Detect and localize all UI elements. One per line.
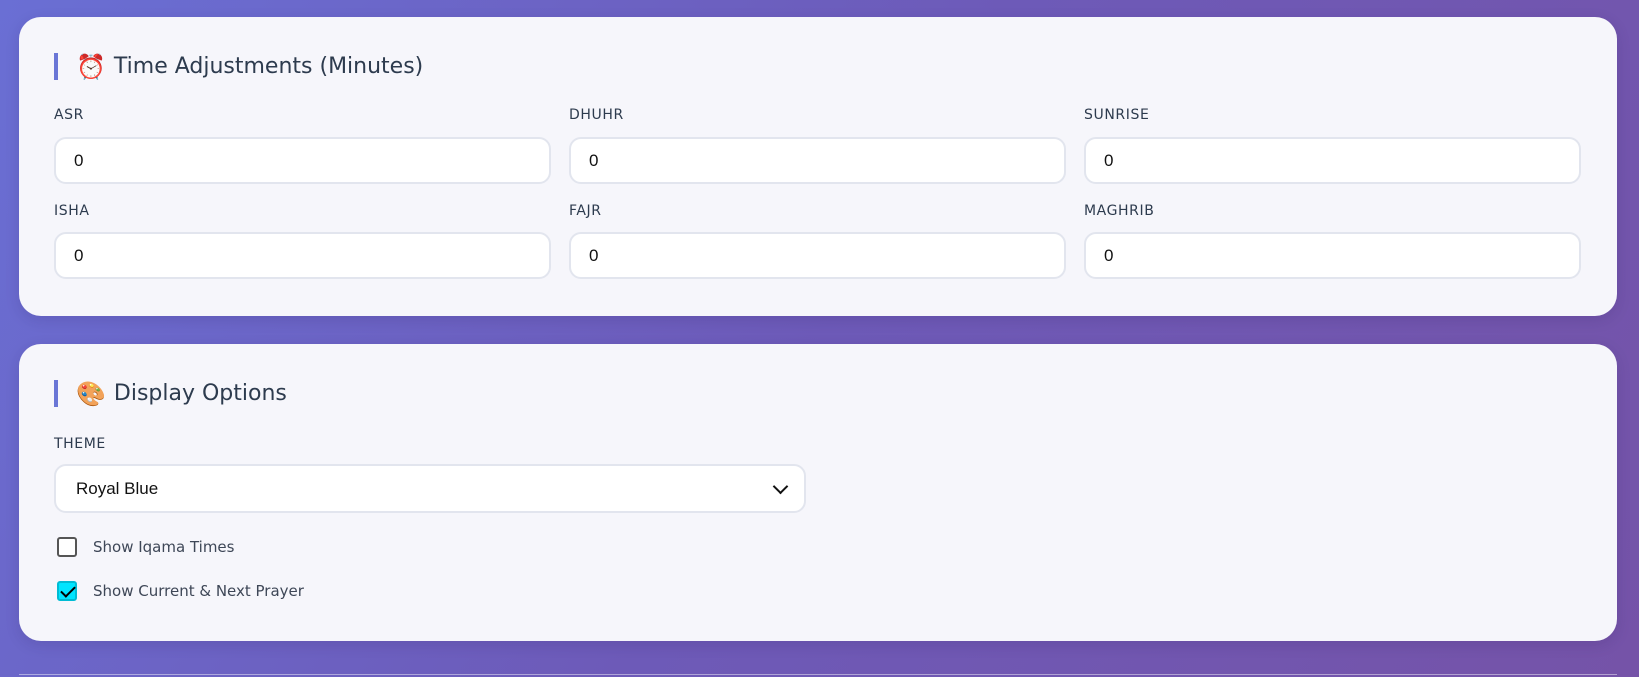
time-adjustments-card: ⏰ Time Adjustments (Minutes) ASR DHUHR S…	[19, 17, 1617, 316]
display-options-card: 🎨 Display Options THEME Royal Blue Show …	[19, 344, 1617, 641]
sunrise-label: SUNRISE	[1084, 107, 1150, 123]
maghrib-input[interactable]	[1084, 232, 1581, 279]
show-current-next-prayer-option[interactable]: Show Current & Next Prayer	[57, 581, 304, 601]
asr-input[interactable]	[54, 137, 551, 184]
show-iqama-times-checkbox[interactable]	[57, 537, 77, 557]
show-iqama-times-label: Show Iqama Times	[93, 538, 235, 556]
display-options-title-text: Display Options	[113, 381, 287, 406]
isha-input[interactable]	[54, 232, 551, 279]
theme-label: THEME	[54, 436, 106, 452]
theme-selected-value: Royal Blue	[76, 478, 159, 498]
fajr-label: FAJR	[569, 203, 602, 219]
time-adjustments-title: ⏰ Time Adjustments (Minutes)	[54, 53, 423, 80]
fajr-input[interactable]	[569, 232, 1066, 279]
chevron-down-icon	[772, 478, 789, 494]
display-options-title: 🎨 Display Options	[54, 380, 287, 407]
palette-icon: 🎨	[76, 379, 106, 408]
show-current-next-prayer-label: Show Current & Next Prayer	[93, 582, 304, 600]
next-card-edge	[19, 674, 1617, 675]
alarm-clock-icon: ⏰	[76, 52, 106, 81]
dhuhr-input[interactable]	[569, 137, 1066, 184]
isha-label: ISHA	[54, 203, 90, 219]
theme-select[interactable]: Royal Blue	[54, 464, 806, 513]
maghrib-label: MAGHRIB	[1084, 203, 1155, 219]
show-iqama-times-option[interactable]: Show Iqama Times	[57, 537, 234, 557]
asr-label: ASR	[54, 107, 84, 123]
dhuhr-label: DHUHR	[569, 107, 624, 123]
sunrise-input[interactable]	[1084, 137, 1581, 184]
time-adjustments-title-text: Time Adjustments (Minutes)	[113, 54, 424, 79]
show-current-next-prayer-checkbox[interactable]	[57, 581, 77, 601]
